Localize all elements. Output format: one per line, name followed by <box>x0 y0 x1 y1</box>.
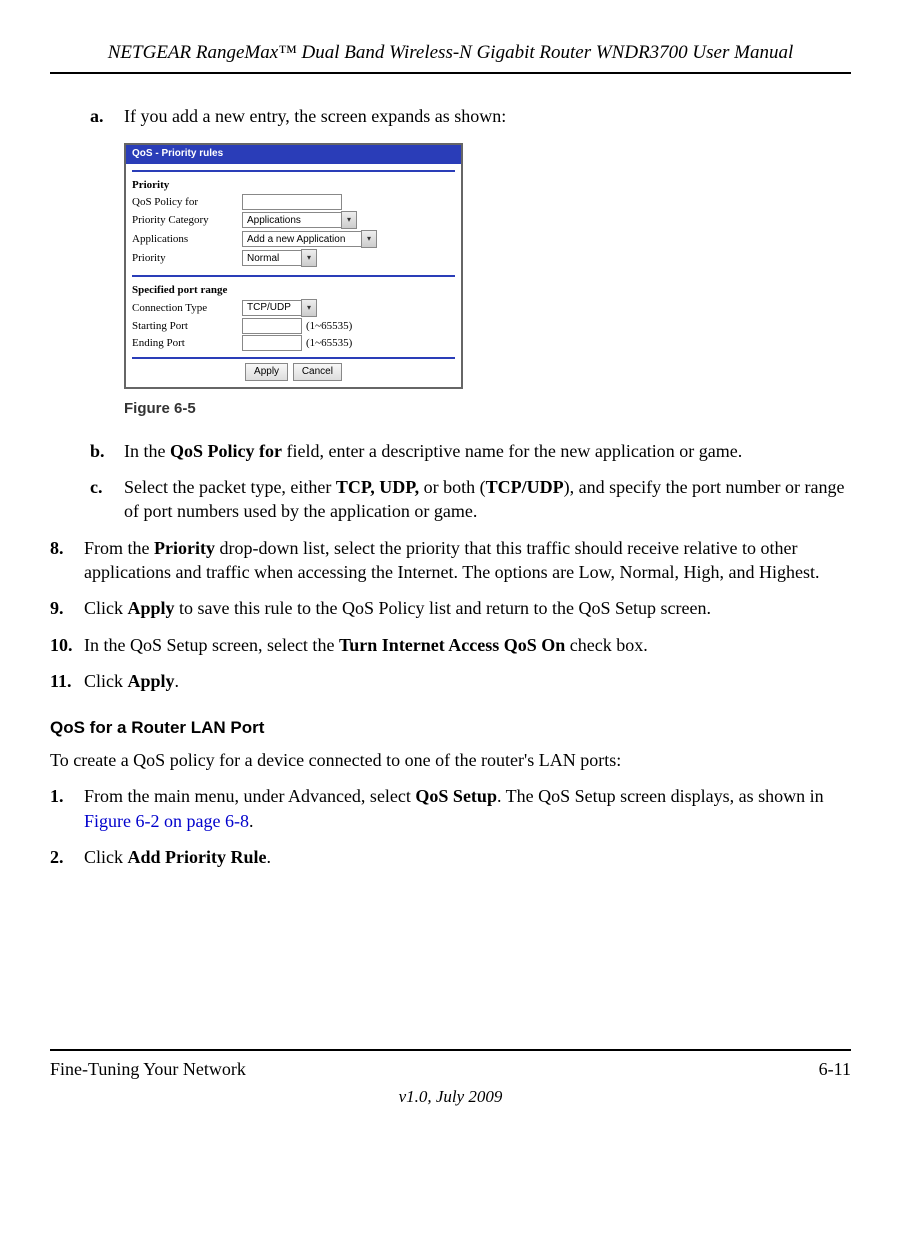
label-starting-port: Starting Port <box>132 319 242 334</box>
row-ending-port: Ending Port (1~65535) <box>132 335 455 351</box>
screenshot-qos-priority-rules: QoS - Priority rules Priority QoS Policy… <box>124 143 463 389</box>
text: to save this rule to the QoS Policy list… <box>175 598 711 618</box>
figure-6-5: QoS - Priority rules Priority QoS Policy… <box>124 143 851 419</box>
lan-step-1-text: From the main menu, under Advanced, sele… <box>84 784 851 833</box>
screenshot-titlebar: QoS - Priority rules <box>126 145 461 165</box>
row-priority-category: Priority Category Applications ▾ <box>132 211 455 229</box>
lan-step-2: 2. Click Add Priority Rule. <box>50 845 851 869</box>
cancel-button[interactable]: Cancel <box>293 363 342 381</box>
row-qos-policy-for: QoS Policy for <box>132 194 455 210</box>
step-9: 9. Click Apply to save this rule to the … <box>50 596 851 620</box>
text: . <box>267 847 272 867</box>
row-priority: Priority Normal ▾ <box>132 249 455 267</box>
section-priority-label: Priority <box>132 178 455 193</box>
step-9-text: Click Apply to save this rule to the QoS… <box>84 596 851 620</box>
note-start-port-range: (1~65535) <box>306 319 352 334</box>
text: check box. <box>565 635 647 655</box>
step-10-text: In the QoS Setup screen, select the Turn… <box>84 633 851 657</box>
substep-a-marker: a. <box>90 104 124 128</box>
step-8-marker: 8. <box>50 536 84 585</box>
input-ending-port[interactable] <box>242 335 302 351</box>
bold-text: TCP, UDP, <box>336 477 419 497</box>
step-8-text: From the Priority drop-down list, select… <box>84 536 851 585</box>
apply-button[interactable]: Apply <box>245 363 288 381</box>
bold-text: QoS Setup <box>415 786 497 806</box>
row-starting-port: Starting Port (1~65535) <box>132 318 455 334</box>
step-11-marker: 11. <box>50 669 84 693</box>
text: Select the packet type, either <box>124 477 336 497</box>
label-priority: Priority <box>132 251 242 266</box>
substep-b-text: In the QoS Policy for field, enter a des… <box>124 439 851 463</box>
step-11-text: Click Apply. <box>84 669 851 693</box>
label-qos-policy-for: QoS Policy for <box>132 195 242 210</box>
select-applications[interactable]: Add a new Application <box>242 231 362 247</box>
text: Click <box>84 671 128 691</box>
select-priority[interactable]: Normal <box>242 250 302 266</box>
page-footer: Fine-Tuning Your Network 6-11 v1.0, July… <box>50 1049 851 1108</box>
text: Click <box>84 598 128 618</box>
doc-header-title: NETGEAR RangeMax™ Dual Band Wireless-N G… <box>50 40 851 74</box>
step-11: 11. Click Apply. <box>50 669 851 693</box>
text: field, enter a descriptive name for the … <box>282 441 742 461</box>
row-applications: Applications Add a new Application ▾ <box>132 230 455 248</box>
heading-qos-lan-port: QoS for a Router LAN Port <box>50 717 851 740</box>
text: From the <box>84 538 154 558</box>
select-priority-category[interactable]: Applications <box>242 212 342 228</box>
substep-b: b. In the QoS Policy for field, enter a … <box>90 439 851 463</box>
label-applications: Applications <box>132 232 242 247</box>
chevron-down-icon[interactable]: ▾ <box>361 230 377 248</box>
step-10-marker: 10. <box>50 633 84 657</box>
lan-step-1: 1. From the main menu, under Advanced, s… <box>50 784 851 833</box>
step-8: 8. From the Priority drop-down list, sel… <box>50 536 851 585</box>
figure-caption: Figure 6-5 <box>124 399 851 419</box>
label-ending-port: Ending Port <box>132 336 242 351</box>
note-end-port-range: (1~65535) <box>306 336 352 351</box>
label-connection-type: Connection Type <box>132 301 242 316</box>
footer-page-number: 6-11 <box>819 1057 851 1081</box>
substep-c: c. Select the packet type, either TCP, U… <box>90 475 851 524</box>
text: . The QoS Setup screen displays, as show… <box>497 786 824 806</box>
bold-text: TCP/UDP <box>486 477 564 497</box>
row-connection-type: Connection Type TCP/UDP ▾ <box>132 299 455 317</box>
footer-left: Fine-Tuning Your Network <box>50 1057 246 1081</box>
text: In the <box>124 441 170 461</box>
crossref-link[interactable]: Figure 6-2 on page 6-8 <box>84 811 249 831</box>
bold-text: QoS Policy for <box>170 441 282 461</box>
bold-text: Apply <box>128 671 175 691</box>
chevron-down-icon[interactable]: ▾ <box>341 211 357 229</box>
section-port-range-label: Specified port range <box>132 283 455 298</box>
lan-step-2-text: Click Add Priority Rule. <box>84 845 851 869</box>
bold-text: Apply <box>128 598 175 618</box>
bold-text: Add Priority Rule <box>128 847 267 867</box>
chevron-down-icon[interactable]: ▾ <box>301 299 317 317</box>
input-qos-policy-for[interactable] <box>242 194 342 210</box>
step-9-marker: 9. <box>50 596 84 620</box>
chevron-down-icon[interactable]: ▾ <box>301 249 317 267</box>
bold-text: Priority <box>154 538 215 558</box>
text: Click <box>84 847 128 867</box>
label-priority-category: Priority Category <box>132 213 242 228</box>
select-connection-type[interactable]: TCP/UDP <box>242 300 302 316</box>
substep-b-marker: b. <box>90 439 124 463</box>
text: or both ( <box>419 477 486 497</box>
intro-paragraph: To create a QoS policy for a device conn… <box>50 748 851 772</box>
text: From the main menu, under Advanced, sele… <box>84 786 415 806</box>
input-starting-port[interactable] <box>242 318 302 334</box>
bold-text: Turn Internet Access QoS On <box>339 635 565 655</box>
substep-a: a. If you add a new entry, the screen ex… <box>90 104 851 128</box>
lan-step-1-marker: 1. <box>50 784 84 833</box>
text: . <box>175 671 180 691</box>
step-10: 10. In the QoS Setup screen, select the … <box>50 633 851 657</box>
text: In the QoS Setup screen, select the <box>84 635 339 655</box>
substep-a-text: If you add a new entry, the screen expan… <box>124 104 851 128</box>
lan-step-2-marker: 2. <box>50 845 84 869</box>
text: . <box>249 811 254 831</box>
substep-c-text: Select the packet type, either TCP, UDP,… <box>124 475 851 524</box>
substep-c-marker: c. <box>90 475 124 524</box>
footer-version: v1.0, July 2009 <box>50 1086 851 1109</box>
